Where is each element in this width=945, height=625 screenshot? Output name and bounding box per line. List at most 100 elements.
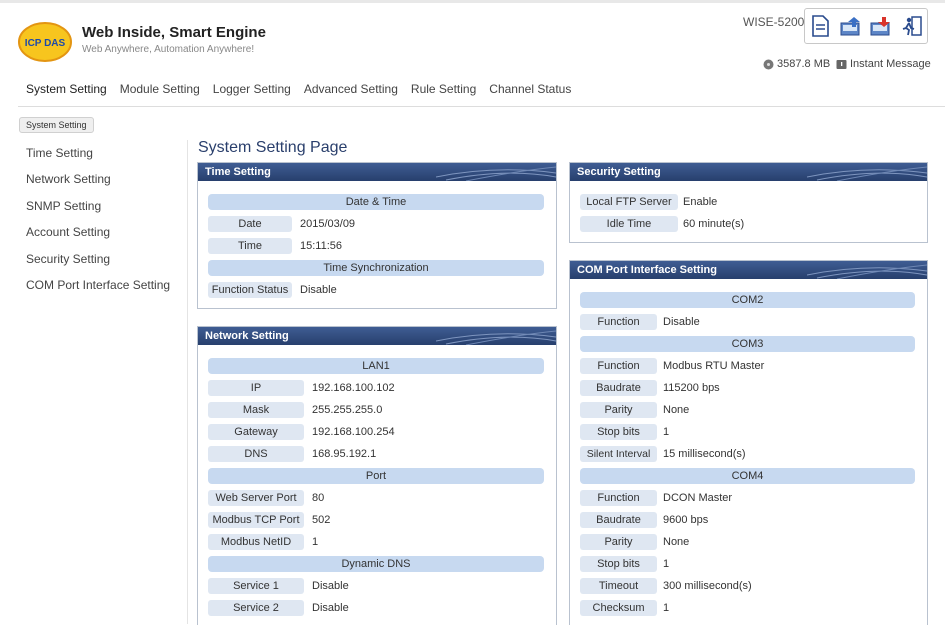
- com3-baudrate-value: 115200 bps: [663, 382, 720, 394]
- section-com3: COM3: [580, 336, 915, 352]
- com4-baudrate-value: 9600 bps: [663, 514, 709, 526]
- gateway-label: Gateway: [208, 424, 304, 440]
- com4-stop-bits-label: Stop bits: [580, 556, 657, 572]
- tab-system-setting[interactable]: System Setting: [26, 82, 107, 96]
- com4-parity-label: Parity: [580, 534, 657, 550]
- com4-checksum-value: 1: [663, 602, 670, 614]
- panel-header: COM Port Interface Setting: [570, 261, 927, 279]
- sidebar-divider: [187, 140, 188, 624]
- instant-message-label: Instant Message: [850, 58, 931, 70]
- time-setting-panel: Time Setting Date & Time Date 2015/03/09…: [197, 162, 557, 309]
- mask-value: 255.255.255.0: [312, 404, 383, 416]
- nav-divider: [18, 106, 945, 107]
- section-dynamic-dns: Dynamic DNS: [208, 556, 544, 572]
- com3-function-label: Function: [580, 358, 657, 374]
- sidebar-item-com-port-setting[interactable]: COM Port Interface Setting: [26, 278, 170, 304]
- com4-timeout-label: Timeout: [580, 578, 657, 594]
- section-time-sync: Time Synchronization: [208, 260, 544, 276]
- web-server-port-label: Web Server Port: [208, 490, 304, 506]
- com4-parity-value: None: [663, 536, 690, 548]
- idle-time-value: 60 minute(s): [683, 218, 745, 230]
- message-icon: [836, 59, 847, 69]
- com4-timeout-value: 300 millisecond(s): [663, 580, 752, 592]
- date-value: 2015/03/09: [300, 218, 356, 230]
- time-value: 15:11:56: [300, 240, 343, 252]
- download-icon[interactable]: [869, 14, 893, 38]
- brand-subtitle: Web Anywhere, Automation Anywhere!: [82, 44, 255, 55]
- panel-header: Network Setting: [198, 327, 556, 345]
- time-label: Time: [208, 238, 292, 254]
- modbus-netid-label: Modbus NetID: [208, 534, 304, 550]
- icpdas-logo: ICP DAS: [18, 22, 72, 62]
- sidebar-item-network-setting[interactable]: Network Setting: [26, 172, 170, 198]
- service1-value: Disable: [312, 580, 349, 592]
- com4-function-value: DCON Master: [663, 492, 733, 504]
- service1-label: Service 1: [208, 578, 304, 594]
- sidebar-item-security-setting[interactable]: Security Setting: [26, 252, 170, 278]
- ip-value: 192.168.100.102: [312, 382, 395, 394]
- function-status-value: Disable: [300, 284, 337, 296]
- page-title: System Setting Page: [198, 139, 348, 156]
- tab-channel-status[interactable]: Channel Status: [489, 82, 571, 96]
- top-border: [0, 0, 945, 3]
- section-date-time: Date & Time: [208, 194, 544, 210]
- com4-stop-bits-value: 1: [663, 558, 670, 570]
- breadcrumb[interactable]: System Setting: [19, 117, 94, 133]
- logout-icon[interactable]: [900, 14, 924, 38]
- network-setting-panel: Network Setting LAN1 IP 192.168.100.102 …: [197, 326, 557, 625]
- instant-message-link[interactable]: Instant Message: [836, 58, 931, 70]
- panel-title: Security Setting: [577, 166, 661, 178]
- com3-silent-interval-label: Silent Interval: [580, 446, 657, 462]
- panel-header: Security Setting: [570, 163, 927, 181]
- upload-icon[interactable]: [839, 14, 863, 38]
- header-decoration: [807, 264, 927, 279]
- dns-label: DNS: [208, 446, 304, 462]
- model-name: WISE-5200: [743, 15, 805, 29]
- com3-silent-interval-value: 15 millisecond(s): [663, 448, 746, 460]
- service2-label: Service 2: [208, 600, 304, 616]
- document-icon[interactable]: [808, 14, 832, 38]
- sidebar: Time Setting Network Setting SNMP Settin…: [26, 146, 170, 304]
- panel-header: Time Setting: [198, 163, 556, 181]
- main-nav: System Setting Module Setting Logger Set…: [26, 82, 584, 96]
- modbus-tcp-port-label: Modbus TCP Port: [208, 512, 304, 528]
- com3-baudrate-label: Baudrate: [580, 380, 657, 396]
- header-toolbar: [804, 8, 928, 44]
- dns-value: 168.95.192.1: [312, 448, 377, 460]
- tab-logger-setting[interactable]: Logger Setting: [213, 82, 291, 96]
- tab-module-setting[interactable]: Module Setting: [120, 82, 200, 96]
- gateway-value: 192.168.100.254: [312, 426, 395, 438]
- storage-indicator: 3587.8 MB: [763, 58, 830, 70]
- tab-rule-setting[interactable]: Rule Setting: [411, 82, 476, 96]
- panel-title: COM Port Interface Setting: [577, 264, 717, 276]
- ip-label: IP: [208, 380, 304, 396]
- com3-parity-label: Parity: [580, 402, 657, 418]
- sidebar-item-account-setting[interactable]: Account Setting: [26, 225, 170, 251]
- com4-checksum-label: Checksum: [580, 600, 657, 616]
- brand-title: Web Inside, Smart Engine: [82, 24, 266, 41]
- header-decoration: [807, 166, 927, 181]
- disk-icon: [763, 59, 774, 69]
- tab-advanced-setting[interactable]: Advanced Setting: [304, 82, 398, 96]
- function-status-label: Function Status: [208, 282, 292, 298]
- security-setting-panel: Security Setting Local FTP Server Enable…: [569, 162, 928, 243]
- section-com2: COM2: [580, 292, 915, 308]
- storage-value: 3587.8 MB: [777, 58, 831, 70]
- svg-text:ICP DAS: ICP DAS: [25, 38, 66, 49]
- com3-stop-bits-value: 1: [663, 426, 670, 438]
- panel-title: Time Setting: [205, 166, 271, 178]
- idle-time-label: Idle Time: [580, 216, 678, 232]
- modbus-tcp-port-value: 502: [312, 514, 331, 526]
- header-decoration: [436, 330, 556, 345]
- modbus-netid-value: 1: [312, 536, 319, 548]
- com2-function-value: Disable: [663, 316, 700, 328]
- header-decoration: [436, 166, 556, 181]
- com4-function-label: Function: [580, 490, 657, 506]
- mask-label: Mask: [208, 402, 304, 418]
- com3-function-value: Modbus RTU Master: [663, 360, 765, 372]
- section-com4: COM4: [580, 468, 915, 484]
- com-port-setting-panel: COM Port Interface Setting COM2 Function…: [569, 260, 928, 625]
- sidebar-item-snmp-setting[interactable]: SNMP Setting: [26, 199, 170, 225]
- web-server-port-value: 80: [312, 492, 325, 504]
- sidebar-item-time-setting[interactable]: Time Setting: [26, 146, 170, 172]
